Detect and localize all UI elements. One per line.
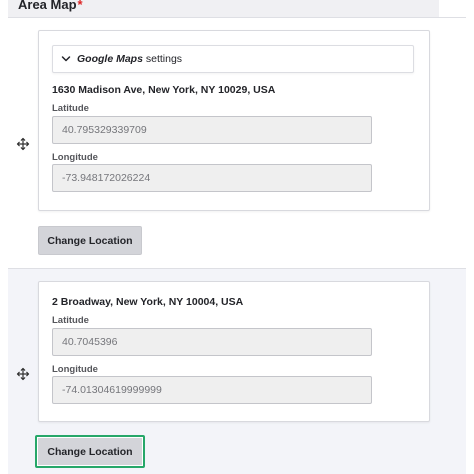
move-arrows-icon[interactable] (16, 137, 30, 151)
row-divider (8, 17, 466, 18)
move-arrows-icon[interactable] (16, 367, 30, 381)
settings-provider-name: Google Maps (77, 53, 143, 65)
location-address: 1630 Madison Ave, New York, NY 10029, US… (52, 84, 276, 96)
change-location-button[interactable]: Change Location (38, 226, 142, 255)
row-divider (8, 268, 466, 269)
latitude-field[interactable]: 40.795329339709 (52, 116, 372, 144)
chevron-down-icon (61, 56, 71, 62)
area-map-field: Area Map* Google Maps settings 1630 Madi… (0, 0, 474, 474)
latitude-field[interactable]: 40.7045396 (52, 328, 372, 356)
longitude-field[interactable]: -74.01304619999999 (52, 376, 372, 404)
latitude-label: Latitude (52, 315, 89, 326)
field-label-text: Area Map (18, 0, 77, 12)
longitude-label: Longitude (52, 364, 98, 375)
longitude-field[interactable]: -73.948172026224 (52, 164, 372, 192)
latitude-label: Latitude (52, 103, 89, 114)
map-settings-toggle[interactable]: Google Maps settings (52, 45, 414, 73)
required-marker: * (77, 0, 83, 12)
location-address: 2 Broadway, New York, NY 10004, USA (52, 296, 244, 308)
field-label: Area Map* (18, 0, 83, 12)
map-settings-title: Google Maps settings (77, 53, 182, 65)
longitude-label: Longitude (52, 152, 98, 163)
change-location-button[interactable]: Change Location (35, 435, 145, 468)
settings-title-suffix: settings (142, 53, 183, 65)
